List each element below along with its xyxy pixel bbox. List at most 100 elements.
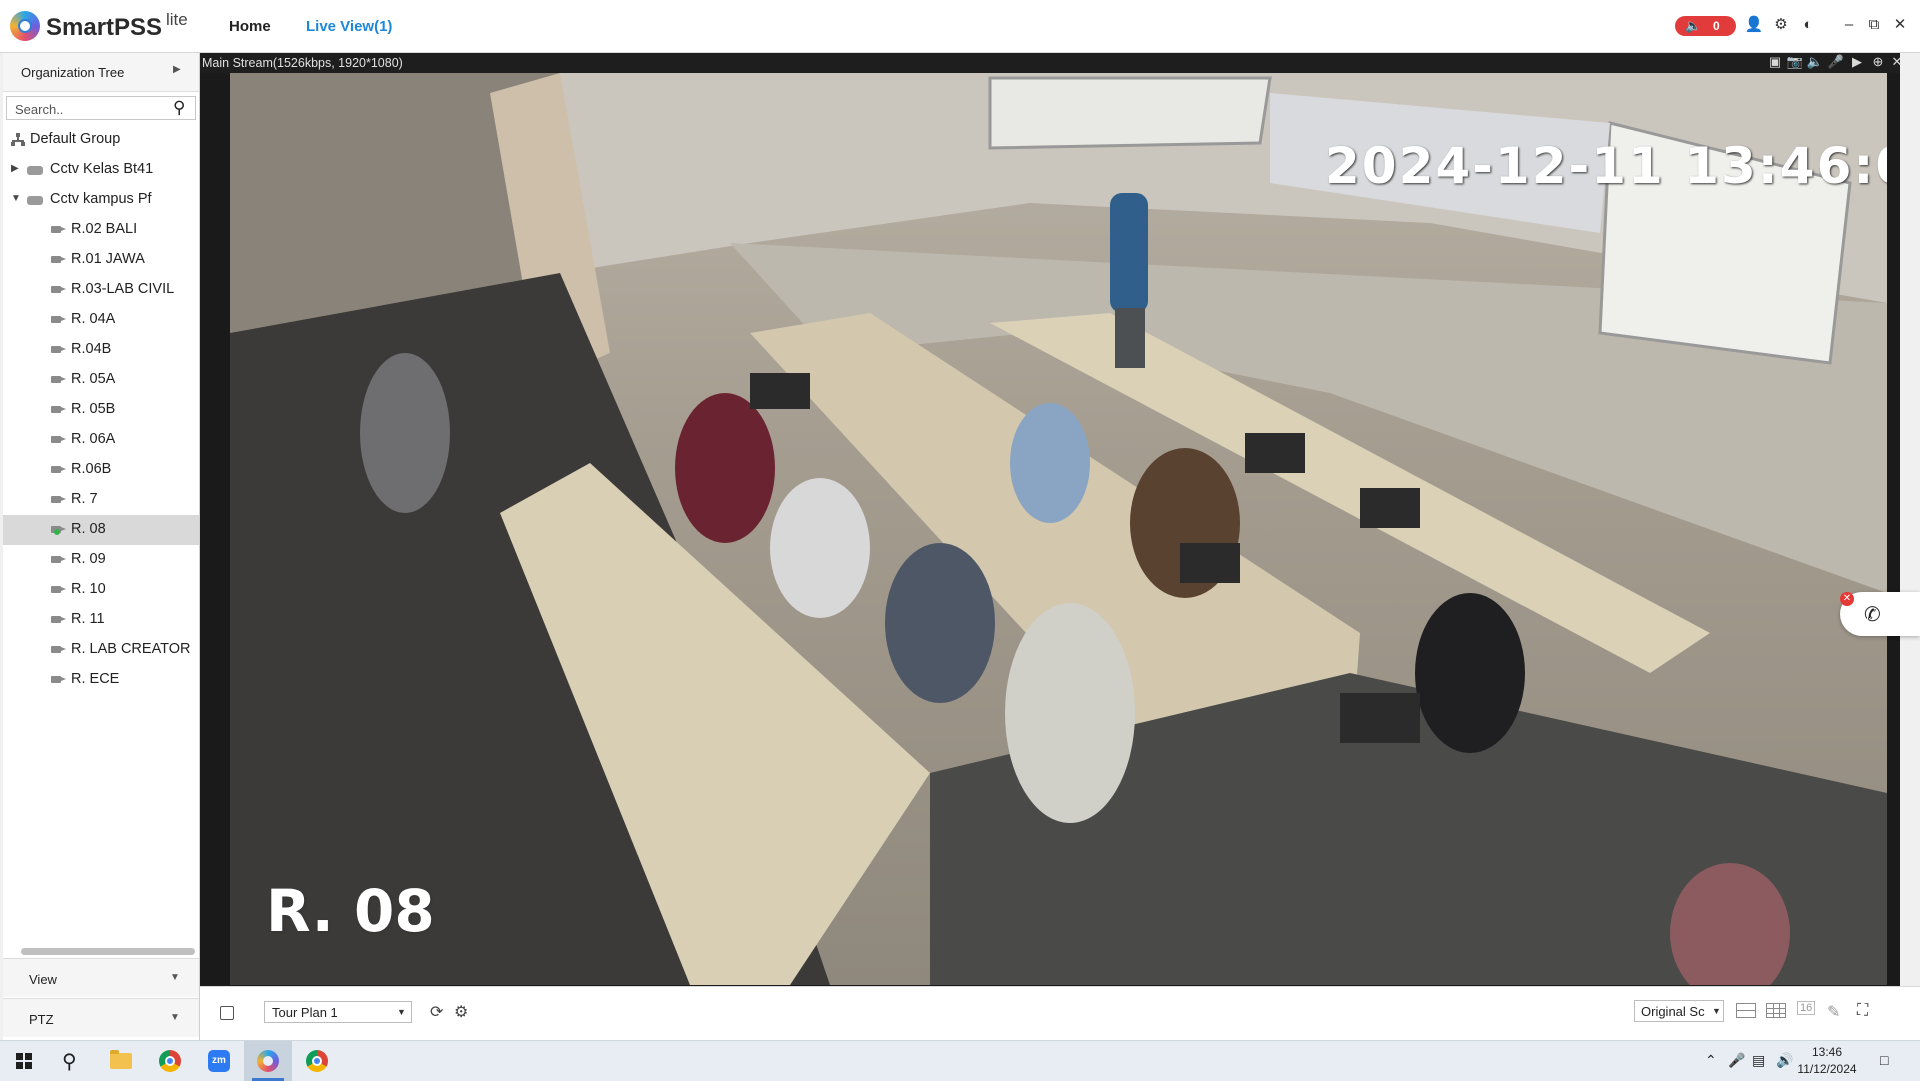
tree-horizontal-scrollbar[interactable] [21,948,195,955]
layout-grid-icon[interactable] [1766,1003,1786,1018]
chevron-up-icon[interactable]: ⌃ [1705,1052,1717,1069]
expand-icon[interactable]: ▶ [11,163,19,174]
channel-label: R. 11 [71,611,105,627]
audio-icon[interactable]: 🔈 [1806,54,1824,70]
channel-label: R. 05B [71,401,116,417]
channel-r02-bali[interactable]: R.02 BALI [3,215,199,245]
chevron-down-icon: ▼ [170,972,180,983]
performance-gauge-icon[interactable]: ◐ [1798,15,1818,35]
channel-r7[interactable]: R. 7 [3,485,199,515]
channel-r04a[interactable]: R. 04A [3,305,199,335]
channel-r01-jawa[interactable]: R.01 JAWA [3,245,199,275]
tour-start-icon[interactable]: ⟳ [430,1002,443,1022]
ptz-label: PTZ [29,1012,54,1027]
search-input[interactable] [13,99,167,119]
channel-r06a[interactable]: R. 06A [3,425,199,455]
clock-date: 11/12/2024 [1797,1062,1857,1076]
channel-label: R. ECE [71,671,120,687]
left-panel: Organization Tree ▶ ⚲ Default Group ▶ Cc… [3,53,200,1040]
gear-icon[interactable]: ⚙ [1771,15,1791,35]
osd-channel-name: R. 08 [266,877,435,945]
channel-label: R.04B [71,341,112,357]
classroom-scene [230,73,1887,985]
tour-plan-select[interactable]: Tour Plan 1 ▼ [264,1001,412,1023]
layout-split-button[interactable]: 16 [1797,1001,1816,1015]
alarm-badge[interactable]: 🔈 0 [1675,16,1736,36]
taskbar-search-button[interactable]: ⚲ [48,1041,96,1081]
chevron-right-icon: ▶ [173,64,181,75]
close-video-icon[interactable]: ✕ [1888,54,1906,70]
tree-label: Cctv kampus Pf [50,191,152,207]
channel-r06b[interactable]: R.06B [3,455,199,485]
record-icon[interactable]: ▣ [1766,54,1784,70]
channel-r05a[interactable]: R. 05A [3,365,199,395]
call-widget-close-icon[interactable]: ✕ [1840,592,1854,606]
tab-home[interactable]: Home [229,18,271,35]
camera-icon [51,676,66,683]
video-window[interactable]: Main Stream(1526kbps, 1920*1080) ▣ 📷 🔈 🎤… [200,53,1902,986]
notifications-icon[interactable]: □ [1880,1052,1888,1068]
channel-r10[interactable]: R. 10 [3,575,199,605]
volume-icon[interactable]: 🔊 [1776,1052,1793,1069]
taskbar-zoom[interactable]: zm [195,1041,243,1081]
channel-label: R.03-LAB CIVIL [71,281,175,297]
search-box: ⚲ [6,96,196,120]
tree-device-cctv-kampus-pf[interactable]: ▼ Cctv kampus Pf [3,185,199,215]
camera-feed: 2024-12-11 13:46:07 R. 08 [230,73,1887,985]
taskbar-file-explorer[interactable] [97,1041,145,1081]
speaker-icon: 🔈 [1685,18,1702,33]
channel-label: R.06B [71,461,112,477]
playback-icon[interactable]: ▶ [1848,54,1866,70]
channel-r-ece[interactable]: R. ECE [3,665,199,695]
restore-icon[interactable]: ⧉ [1864,15,1884,35]
taskbar-chrome[interactable] [146,1041,194,1081]
zoom-in-icon[interactable]: ⊕ [1869,54,1887,70]
tour-settings-icon[interactable]: ⚙ [454,1002,468,1022]
channel-r03-lab-civil[interactable]: R.03-LAB CIVIL [3,275,199,305]
save-view-icon[interactable] [220,1006,234,1020]
organization-tree-header[interactable]: Organization Tree ▶ [3,53,199,92]
start-button[interactable] [0,1041,48,1081]
windows-taskbar: ⚲ zm ⌃ 🎤 ▤ 🔊 13:46 11/12/2024 □ [0,1040,1920,1081]
network-icon[interactable]: ▤ [1752,1052,1765,1069]
camera-icon [51,586,66,593]
tree-device-cctv-kelas-bt41[interactable]: ▶ Cctv Kelas Bt41 [3,155,199,185]
tree-root-default-group[interactable]: Default Group [3,125,199,155]
taskbar-clock[interactable]: 13:46 11/12/2024 [1797,1044,1857,1078]
bottom-toolbar: Tour Plan 1 ▼ ⟳ ⚙ Original Sc ▼ 16 ✎ ⛶ [200,986,1920,1041]
title-bar: SmartPSS lite Home Live View(1) 🔈 0 👤 ⚙ … [0,0,1920,53]
user-icon[interactable]: 👤 [1744,15,1764,35]
edit-layout-icon[interactable]: ✎ [1827,1002,1840,1022]
layout-single-icon[interactable] [1736,1003,1756,1018]
tree-label: Default Group [30,131,121,147]
camera-live-icon [51,526,66,535]
camera-icon [51,226,66,233]
microphone-icon[interactable]: 🎤 [1827,54,1845,70]
channel-r04b[interactable]: R.04B [3,335,199,365]
close-icon[interactable]: ✕ [1890,15,1910,35]
snapshot-camera-icon[interactable]: 📷 [1786,54,1804,70]
taskbar-smartpss[interactable] [244,1041,292,1081]
microphone-icon[interactable]: 🎤 [1728,1052,1745,1069]
minimize-icon[interactable]: – [1839,15,1859,35]
app-name: SmartPSS [46,14,163,41]
channel-r09[interactable]: R. 09 [3,545,199,575]
search-icon[interactable]: ⚲ [173,98,185,118]
channel-r08[interactable]: R. 08 [3,515,199,545]
channel-label: R. 05A [71,371,116,387]
view-panel-toggle[interactable]: View ▼ [3,958,199,997]
chevron-down-icon: ▼ [1712,1006,1721,1016]
taskbar-chrome-profile[interactable] [293,1041,341,1081]
channel-label: R. 10 [71,581,106,597]
scale-mode-value: Original Sc [1641,1004,1705,1019]
camera-icon [51,466,66,473]
collapse-icon[interactable]: ▼ [11,193,21,204]
channel-r05b[interactable]: R. 05B [3,395,199,425]
scale-mode-select[interactable]: Original Sc ▼ [1634,1000,1724,1022]
channel-r11[interactable]: R. 11 [3,605,199,635]
windows-logo-icon [16,1053,32,1069]
ptz-panel-toggle[interactable]: PTZ ▼ [3,998,199,1037]
tab-live-view[interactable]: Live View(1) [306,18,392,35]
channel-r-lab-creator[interactable]: R. LAB CREATOR [3,635,199,665]
fullscreen-icon[interactable]: ⛶ [1857,1002,1868,1020]
